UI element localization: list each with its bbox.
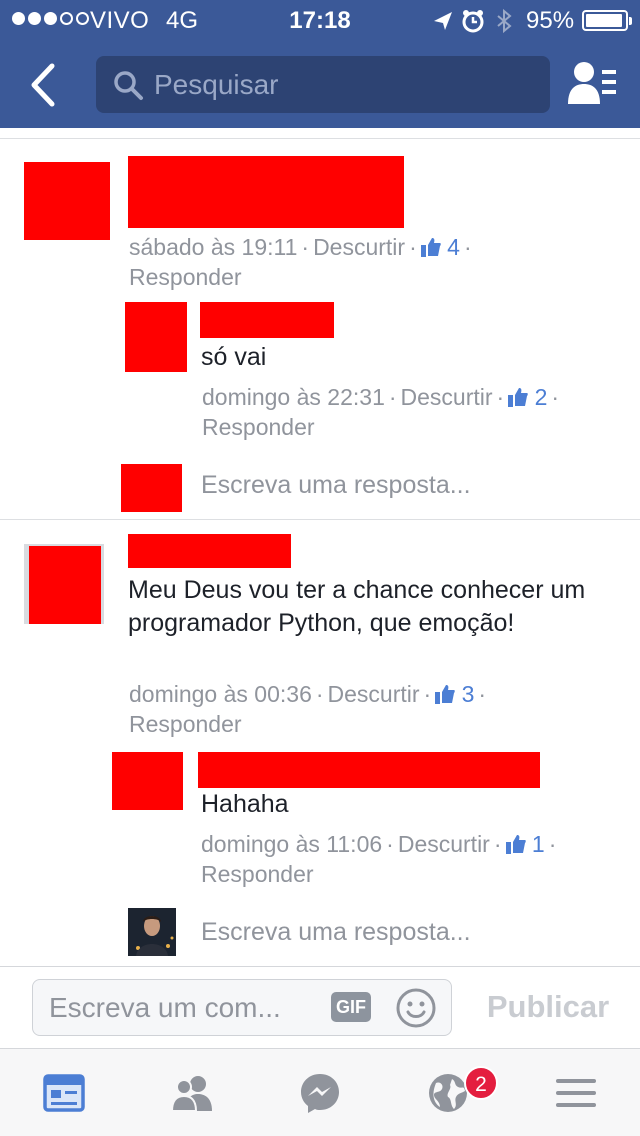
search-icon: [114, 71, 143, 100]
author-name-redacted[interactable]: [198, 752, 540, 788]
location-alarm-bluetooth-icons: [434, 8, 512, 34]
reply-button[interactable]: Responder: [129, 711, 242, 737]
reply-meta: domingo às 22:31 · Descurtir · 2 · Responder: [202, 384, 560, 440]
comment-meta: domingo às 00:36 · Descurtir · 3 · Responder: [129, 681, 487, 737]
search-input[interactable]: [154, 56, 534, 113]
notifications-badge: 2: [464, 1066, 498, 1100]
comment-time[interactable]: sábado às 19:11: [129, 234, 297, 260]
publish-button[interactable]: Publicar: [478, 989, 618, 1025]
thumbs-up-icon: [435, 685, 455, 704]
divider: [0, 138, 640, 139]
reply-text: Hahaha: [201, 790, 289, 818]
comment-meta: sábado às 19:11 · Descurtir · 4 · Responder: [129, 234, 472, 290]
notifications-globe-icon[interactable]: [426, 1071, 470, 1115]
like-count[interactable]: 2: [508, 384, 547, 410]
emoji-icon[interactable]: [395, 987, 437, 1029]
thumbs-up-icon: [420, 238, 441, 257]
thumbs-up-icon: [505, 835, 526, 854]
comment-input[interactable]: [49, 980, 339, 1035]
avatar-redacted: [29, 546, 101, 624]
like-count[interactable]: 3: [435, 681, 474, 707]
gif-button[interactable]: GIF: [331, 992, 371, 1022]
divider: [0, 519, 640, 520]
avatar[interactable]: [125, 302, 187, 372]
unlike-button[interactable]: Descurtir: [328, 681, 420, 707]
avatar: [121, 464, 182, 512]
unlike-button[interactable]: Descurtir: [401, 384, 493, 410]
author-name-redacted[interactable]: [128, 156, 404, 228]
reply-text: só vai: [201, 343, 267, 371]
author-name-redacted[interactable]: [128, 534, 291, 568]
tab-bar: [0, 1048, 640, 1136]
status-bar: VIVO 4G 17:18 95%: [0, 0, 640, 40]
menu-icon[interactable]: [554, 1071, 598, 1115]
reply-button[interactable]: Responder: [202, 414, 315, 440]
app-header: VIVO 4G 17:18 95%: [0, 0, 640, 128]
friend-requests-icon[interactable]: [566, 60, 618, 108]
reply-button[interactable]: Responder: [201, 861, 314, 887]
like-count[interactable]: 1: [505, 831, 545, 857]
like-count[interactable]: 4: [420, 234, 460, 260]
comment-text: Meu Deus vou ter a chance conhecer um pr…: [128, 576, 586, 637]
messenger-icon[interactable]: [298, 1071, 342, 1115]
reply-button[interactable]: Responder: [129, 264, 242, 290]
search-bar[interactable]: [96, 56, 550, 113]
user-avatar-photo: [128, 908, 176, 956]
reply-meta: domingo às 11:06 · Descurtir · 1 · Responder: [201, 831, 557, 887]
back-arrow-icon[interactable]: [18, 58, 72, 112]
battery-icon: [582, 10, 632, 31]
comment-compose-bar: GIF Publicar: [0, 966, 640, 1048]
author-name-redacted[interactable]: [200, 302, 334, 338]
unlike-button[interactable]: Descurtir: [398, 831, 490, 857]
reply-time[interactable]: domingo às 11:06: [201, 831, 382, 857]
avatar[interactable]: [112, 752, 183, 810]
friends-icon[interactable]: [170, 1071, 214, 1115]
comment-time[interactable]: domingo às 00:36: [129, 681, 312, 707]
thumbs-up-icon: [508, 388, 528, 407]
news-feed-icon[interactable]: [42, 1071, 86, 1115]
unlike-button[interactable]: Descurtir: [313, 234, 405, 260]
write-reply-prompt[interactable]: Escreva uma resposta...: [201, 918, 471, 947]
comment-box[interactable]: GIF: [32, 979, 452, 1036]
write-reply-prompt[interactable]: Escreva uma resposta...: [201, 471, 471, 500]
battery-percent: 95%: [526, 7, 575, 34]
reply-time[interactable]: domingo às 22:31: [202, 384, 385, 410]
avatar[interactable]: [24, 162, 110, 240]
